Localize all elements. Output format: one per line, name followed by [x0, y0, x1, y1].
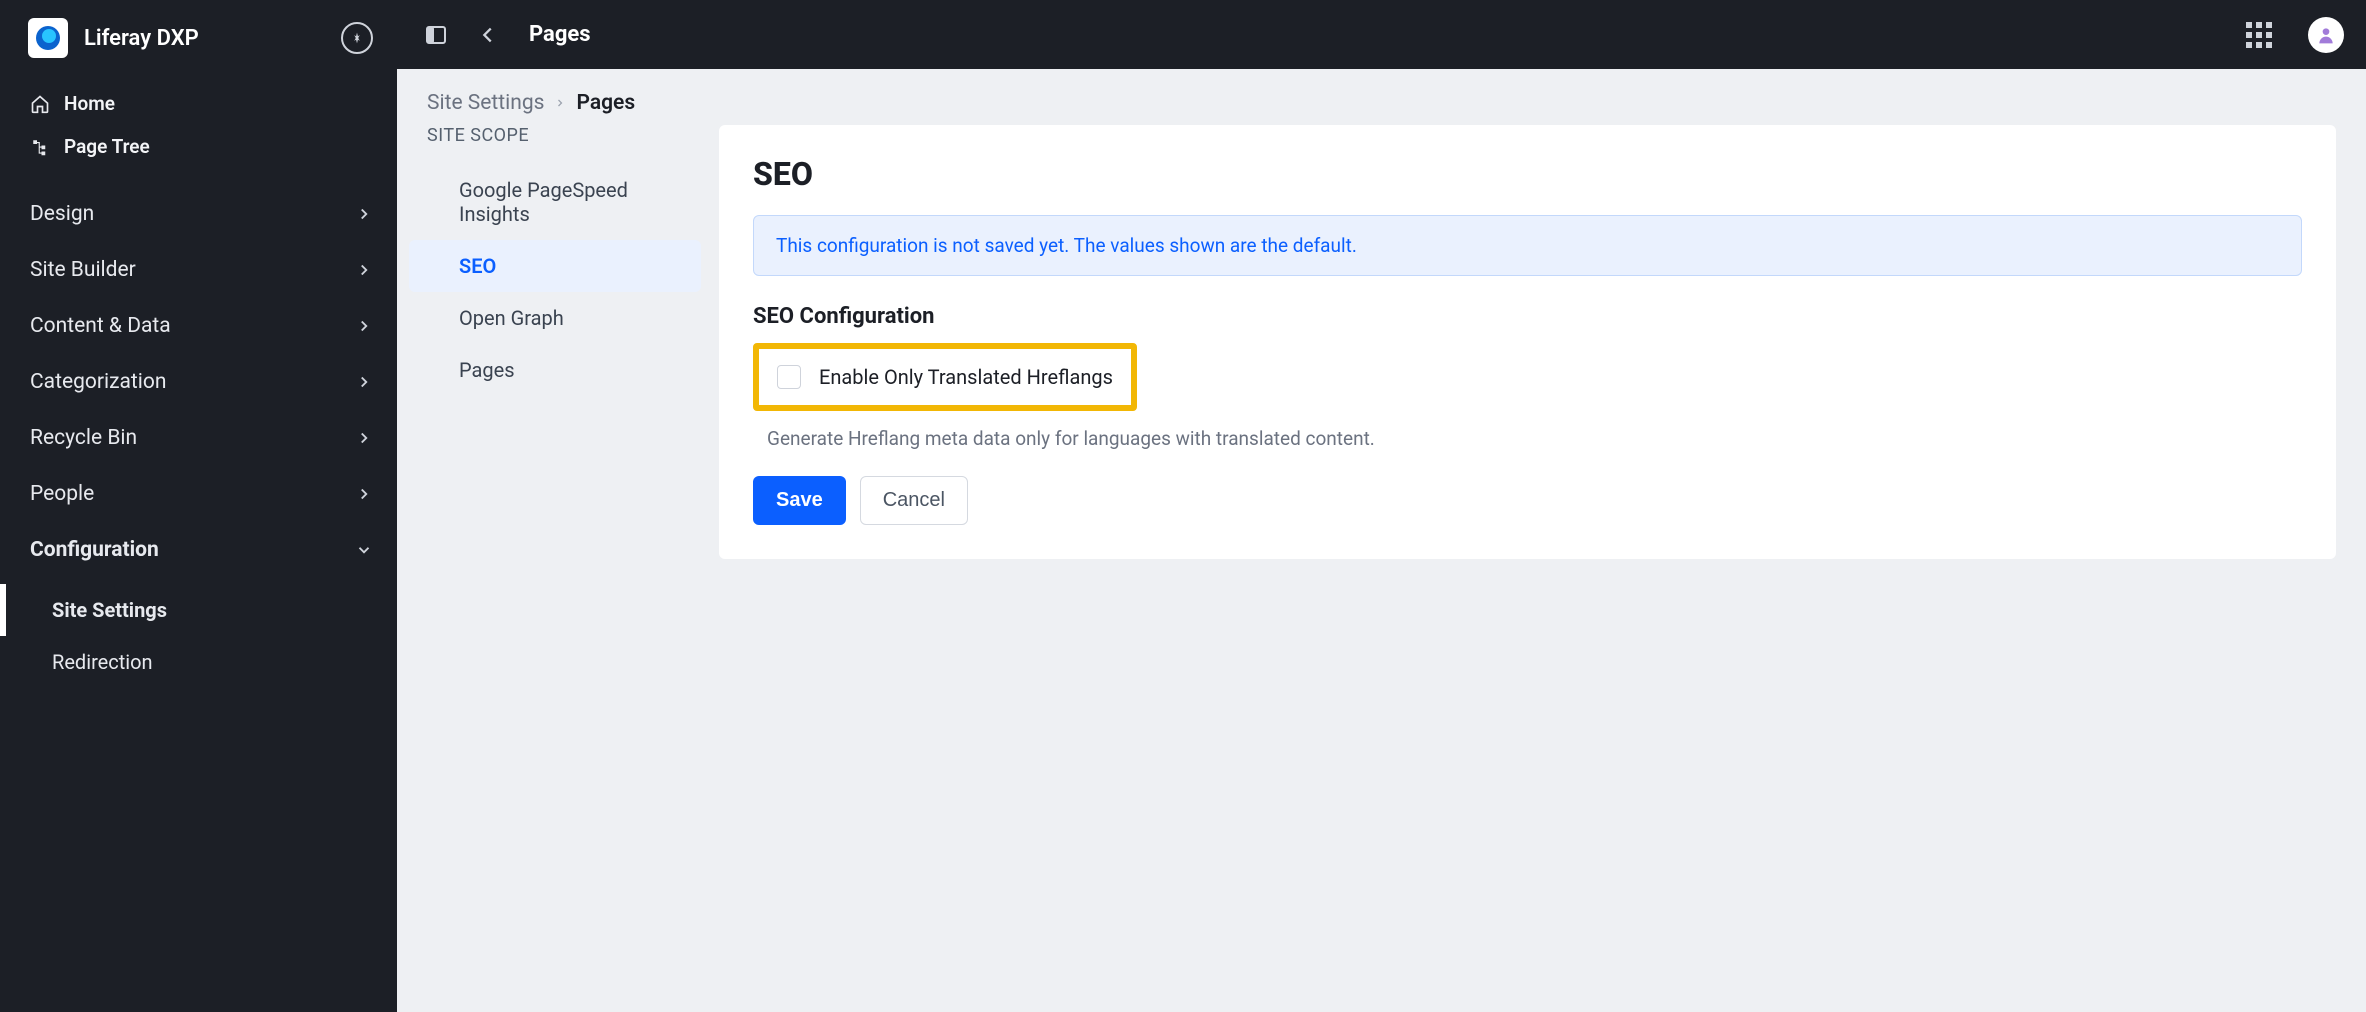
- scope-item-pages[interactable]: Pages: [409, 344, 701, 396]
- highlighted-checkbox-row: Enable Only Translated Hreflangs: [753, 343, 1137, 411]
- chevron-right-icon: [355, 429, 373, 447]
- nav-section-label: Design: [30, 202, 94, 226]
- compass-icon: [349, 30, 365, 46]
- user-icon: [2316, 25, 2336, 45]
- cancel-button[interactable]: Cancel: [860, 476, 968, 525]
- nav-section-label: Recycle Bin: [30, 426, 137, 450]
- subitem-label: Site Settings: [52, 598, 167, 622]
- subitem-label: Redirection: [52, 650, 153, 674]
- nav-section-label: Categorization: [30, 370, 166, 394]
- nav-section-label: Site Builder: [30, 258, 136, 282]
- app-launcher-button[interactable]: [2246, 22, 2272, 48]
- main: Pages Site Settings Pages SITE SCOPE Goo…: [397, 0, 2366, 1012]
- nav-section-recycle-bin[interactable]: Recycle Bin: [0, 410, 397, 466]
- nav-section-configuration[interactable]: Configuration: [0, 522, 397, 578]
- nav-page-tree[interactable]: Page Tree: [0, 125, 397, 168]
- config-subitems: Site Settings Redirection: [0, 578, 397, 688]
- panel-title: SEO: [753, 155, 2302, 193]
- nav-section-design[interactable]: Design: [0, 186, 397, 242]
- nav-home-label: Home: [64, 92, 115, 115]
- scope-item-seo[interactable]: SEO: [409, 240, 701, 292]
- home-icon: [30, 94, 50, 114]
- scope-heading: SITE SCOPE: [397, 125, 713, 164]
- scope-item-label: Pages: [459, 358, 515, 382]
- panel-left-icon: [424, 23, 448, 47]
- scope-item-pagespeed[interactable]: Google PageSpeed Insights: [409, 164, 701, 240]
- nav-section-categorization[interactable]: Categorization: [0, 354, 397, 410]
- chevron-right-icon: [355, 261, 373, 279]
- enable-hreflangs-checkbox[interactable]: [777, 365, 801, 389]
- chevron-right-icon: [355, 317, 373, 335]
- save-button-label: Save: [776, 489, 823, 511]
- help-text: Generate Hreflang meta data only for lan…: [767, 427, 2302, 450]
- chevron-right-icon: [355, 373, 373, 391]
- scope-item-open-graph[interactable]: Open Graph: [409, 292, 701, 344]
- scope-nav: SITE SCOPE Google PageSpeed Insights SEO…: [397, 125, 713, 1012]
- user-avatar[interactable]: [2308, 17, 2344, 53]
- nav-section-people[interactable]: People: [0, 466, 397, 522]
- breadcrumb: Site Settings Pages: [397, 69, 2366, 125]
- button-row: Save Cancel: [753, 476, 2302, 525]
- chevron-right-icon: [355, 205, 373, 223]
- topbar: Pages: [397, 0, 2366, 69]
- nav-page-tree-label: Page Tree: [64, 135, 150, 158]
- settings-card: SEO This configuration is not saved yet.…: [719, 125, 2336, 559]
- subitem-site-settings[interactable]: Site Settings: [0, 584, 397, 636]
- chevron-right-icon: [355, 485, 373, 503]
- liferay-logo-icon: [36, 26, 60, 50]
- scope-item-label: Open Graph: [459, 306, 564, 330]
- save-button[interactable]: Save: [753, 476, 846, 525]
- grid-dot-icon: [2246, 22, 2252, 28]
- checkbox-label: Enable Only Translated Hreflangs: [819, 365, 1113, 389]
- topbar-title: Pages: [529, 22, 591, 47]
- nav-top: Home Page Tree: [0, 76, 397, 186]
- chevron-left-icon: [477, 24, 499, 46]
- nav-section-label: Configuration: [30, 538, 159, 562]
- breadcrumb-parent[interactable]: Site Settings: [427, 91, 544, 115]
- sidebar-header: Liferay DXP: [0, 0, 397, 76]
- scope-item-label: SEO: [459, 254, 496, 278]
- app-logo[interactable]: [28, 18, 68, 58]
- app-title: Liferay DXP: [84, 26, 325, 51]
- nav-section-content-data[interactable]: Content & Data: [0, 298, 397, 354]
- back-button[interactable]: [471, 18, 505, 52]
- nav-section-label: Content & Data: [30, 314, 171, 338]
- tree-icon: [30, 137, 50, 157]
- compass-button[interactable]: [341, 22, 373, 54]
- scope-item-label: Google PageSpeed Insights: [459, 178, 628, 226]
- info-banner: This configuration is not saved yet. The…: [753, 215, 2302, 276]
- chevron-down-icon: [355, 541, 373, 559]
- section-title: SEO Configuration: [753, 304, 2302, 329]
- subitem-redirection[interactable]: Redirection: [0, 636, 397, 688]
- sidebar: Liferay DXP Home Page Tree Design Site B…: [0, 0, 397, 1012]
- chevron-right-icon: [554, 97, 566, 109]
- nav-section-label: People: [30, 482, 94, 506]
- nav-home[interactable]: Home: [0, 82, 397, 125]
- panel-toggle-button[interactable]: [419, 18, 453, 52]
- cancel-button-label: Cancel: [883, 489, 945, 511]
- nav-section-site-builder[interactable]: Site Builder: [0, 242, 397, 298]
- breadcrumb-current: Pages: [576, 91, 635, 115]
